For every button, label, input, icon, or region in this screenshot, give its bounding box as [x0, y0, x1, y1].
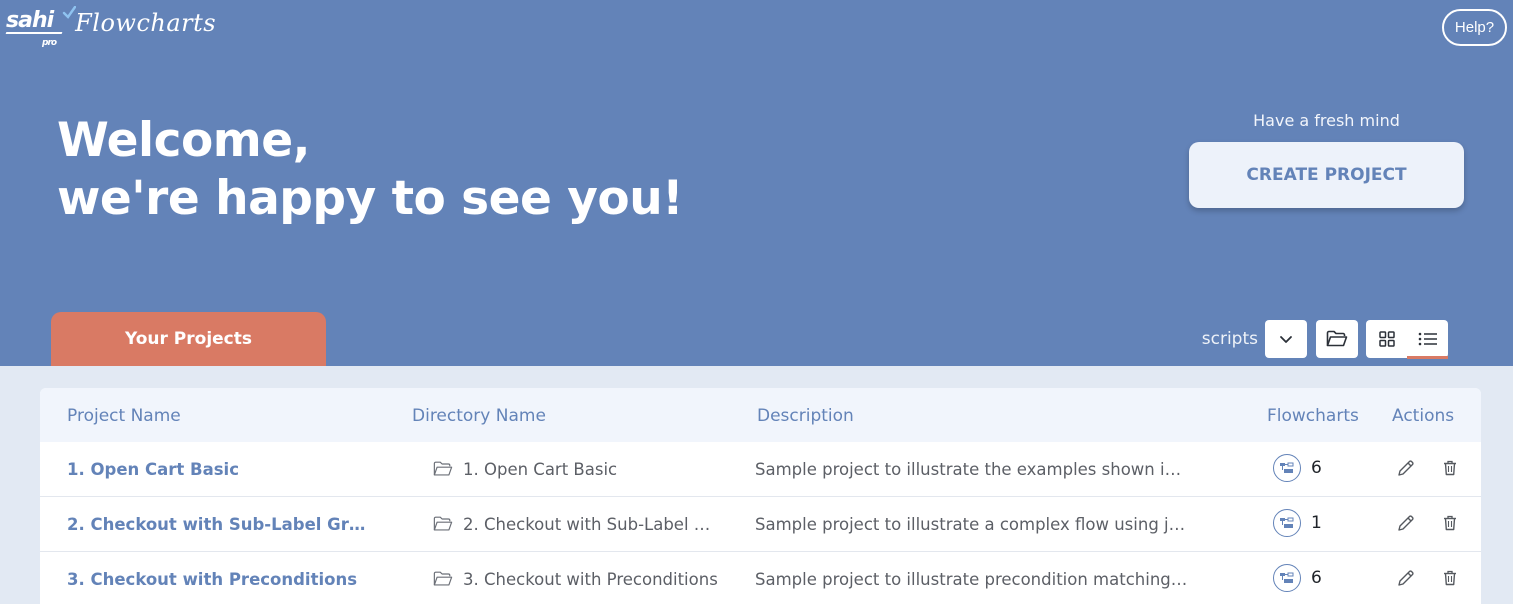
projects-table: Project Name Directory Name Description …	[40, 388, 1481, 604]
flowcharts-count-cell: 6	[1273, 454, 1343, 482]
delete-glyph	[1444, 570, 1456, 586]
row-actions	[1396, 513, 1466, 533]
column-header-actions: Actions	[1392, 406, 1455, 426]
folder-open-icon	[433, 516, 453, 531]
flowcharts-count-cell: 6	[1273, 564, 1343, 592]
column-header-project-name[interactable]: Project Name	[67, 406, 181, 426]
flowchart-icon[interactable]	[1273, 454, 1301, 482]
directory-name: 2. Checkout with Sub-Label Grou...	[463, 515, 721, 534]
scripts-dropdown-button[interactable]	[1265, 320, 1307, 358]
flowcharts-count: 6	[1311, 458, 1322, 478]
fresh-mind-caption: Have a fresh mind	[1253, 111, 1400, 130]
flowcharts-count: 6	[1311, 568, 1322, 588]
help-button[interactable]: Help?	[1442, 9, 1507, 46]
flowchart-glyph	[1280, 517, 1294, 528]
chevron-down-icon	[1280, 336, 1292, 343]
welcome-line-1: Welcome,	[57, 113, 311, 168]
view-toggle	[1366, 320, 1448, 359]
project-name-link[interactable]: 1. Open Cart Basic	[67, 460, 367, 479]
checkmark-icon	[62, 6, 76, 19]
column-header-description[interactable]: Description	[757, 406, 854, 426]
welcome-line-2: we're happy to see you!	[57, 171, 684, 226]
edit-glyph	[1398, 460, 1414, 476]
directory-cell: 2. Checkout with Sub-Label Grou...	[433, 515, 721, 534]
directory-cell: 3. Checkout with Preconditions	[433, 570, 721, 589]
trash-icon[interactable]	[1440, 568, 1460, 588]
table-row[interactable]: 1. Open Cart Basic 1. Open Cart Basic Sa…	[40, 442, 1481, 497]
directory-name: 3. Checkout with Preconditions	[463, 570, 718, 589]
create-project-button[interactable]: CREATE PROJECT	[1189, 142, 1464, 208]
logo-pro-text: pro	[42, 38, 57, 48]
project-name-link[interactable]: 2. Checkout with Sub-Label Gro...	[67, 515, 367, 534]
row-actions	[1396, 458, 1466, 478]
project-name-link[interactable]: 3. Checkout with Preconditions	[67, 570, 367, 589]
folder-open-icon	[433, 571, 453, 586]
app-logo[interactable]: sahi pro Flowcharts	[5, 6, 217, 48]
flowchart-glyph	[1280, 462, 1294, 473]
flowchart-icon[interactable]	[1273, 509, 1301, 537]
logo-sahi-wordmark: sahi pro	[5, 6, 76, 48]
table-row[interactable]: 2. Checkout with Sub-Label Gro... 2. Che…	[40, 497, 1481, 552]
open-folder-button[interactable]	[1316, 320, 1358, 358]
folder-open-icon	[433, 461, 453, 476]
grid-view-button[interactable]	[1366, 320, 1407, 358]
table-header: Project Name Directory Name Description …	[40, 388, 1481, 442]
pencil-icon[interactable]	[1396, 513, 1416, 533]
trash-icon[interactable]	[1440, 458, 1460, 478]
project-description: Sample project to illustrate a complex f…	[755, 515, 1191, 534]
grid-icon	[1378, 331, 1395, 347]
delete-glyph	[1444, 460, 1456, 476]
list-icon	[1418, 332, 1437, 346]
folder-open-icon	[1326, 330, 1348, 347]
trash-icon[interactable]	[1440, 513, 1460, 533]
project-description: Sample project to illustrate preconditio…	[755, 570, 1191, 589]
project-description: Sample project to illustrate the example…	[755, 460, 1191, 479]
pencil-icon[interactable]	[1396, 458, 1416, 478]
delete-glyph	[1444, 515, 1456, 531]
flowchart-glyph	[1280, 572, 1294, 583]
table-row[interactable]: 3. Checkout with Preconditions 3. Checko…	[40, 552, 1481, 604]
directory-name: 1. Open Cart Basic	[463, 460, 618, 479]
edit-glyph	[1398, 570, 1414, 586]
column-header-directory-name[interactable]: Directory Name	[412, 406, 546, 426]
column-header-flowcharts[interactable]: Flowcharts	[1267, 406, 1359, 426]
header-banner: sahi pro Flowcharts Help? Welcome, we're…	[0, 0, 1513, 366]
flowcharts-count-cell: 1	[1273, 509, 1343, 537]
flowcharts-count: 1	[1311, 513, 1322, 533]
logo-flowcharts-text: Flowcharts	[75, 9, 217, 37]
directory-cell: 1. Open Cart Basic	[433, 460, 721, 479]
flowchart-icon[interactable]	[1273, 564, 1301, 592]
tab-your-projects[interactable]: Your Projects	[51, 312, 326, 366]
edit-glyph	[1398, 515, 1414, 531]
row-actions	[1396, 568, 1466, 588]
welcome-heading: Welcome, we're happy to see you!	[57, 112, 684, 228]
pencil-icon[interactable]	[1396, 568, 1416, 588]
list-view-button[interactable]	[1407, 320, 1448, 359]
scripts-label: scripts	[1201, 329, 1258, 349]
